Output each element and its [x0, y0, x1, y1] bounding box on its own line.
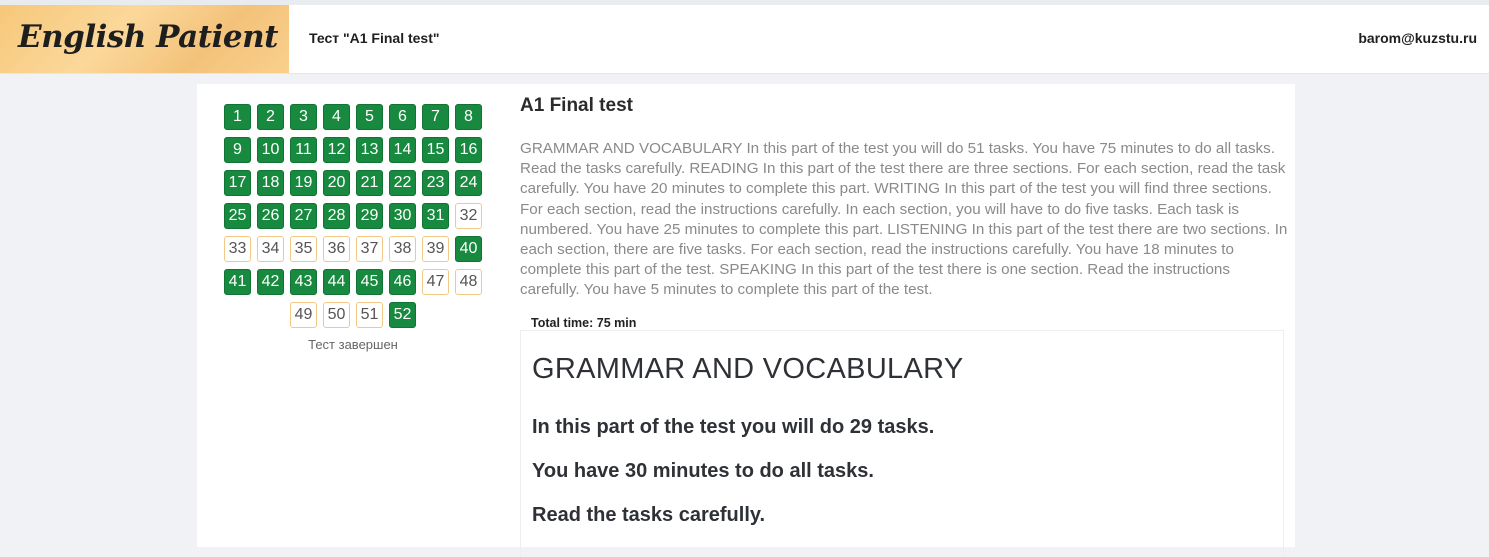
question-button[interactable]: 39 — [422, 236, 449, 262]
page-title: A1 Final test — [520, 95, 633, 116]
question-button[interactable]: 29 — [356, 203, 383, 229]
question-button[interactable]: 31 — [422, 203, 449, 229]
question-row: 33 34 35 36 37 38 39 40 — [221, 236, 485, 262]
question-button[interactable]: 33 — [224, 236, 251, 262]
question-button[interactable]: 14 — [389, 137, 416, 163]
question-button[interactable]: 3 — [290, 104, 317, 130]
total-time: Total time: 75 min — [531, 316, 637, 330]
question-button[interactable]: 16 — [455, 137, 482, 163]
question-button[interactable]: 51 — [356, 302, 383, 328]
question-button[interactable]: 20 — [323, 170, 350, 196]
question-button[interactable]: 7 — [422, 104, 449, 130]
question-button[interactable]: 43 — [290, 269, 317, 295]
question-button[interactable]: 52 — [389, 302, 416, 328]
question-button[interactable]: 4 — [323, 104, 350, 130]
question-button[interactable]: 15 — [422, 137, 449, 163]
question-button[interactable]: 2 — [257, 104, 284, 130]
user-email[interactable]: barom@kuzstu.ru — [1358, 30, 1477, 46]
question-button[interactable]: 25 — [224, 203, 251, 229]
question-button[interactable]: 48 — [455, 269, 482, 295]
section-line: You have 30 minutes to do all tasks. — [532, 460, 874, 482]
question-row: 41 42 43 44 45 46 47 48 — [221, 269, 485, 295]
section-line: In this part of the test you will do 29 … — [532, 416, 935, 438]
question-button[interactable]: 10 — [257, 137, 284, 163]
question-button[interactable]: 11 — [290, 137, 317, 163]
brand-name: English Patient — [18, 19, 278, 55]
question-button[interactable]: 5 — [356, 104, 383, 130]
question-button[interactable]: 34 — [257, 236, 284, 262]
test-description: GRAMMAR AND VOCABULARY In this part of t… — [520, 140, 1288, 299]
question-button[interactable]: 23 — [422, 170, 449, 196]
question-button[interactable]: 19 — [290, 170, 317, 196]
question-button[interactable]: 12 — [323, 137, 350, 163]
question-button[interactable]: 30 — [389, 203, 416, 229]
question-button[interactable]: 6 — [389, 104, 416, 130]
question-button[interactable]: 8 — [455, 104, 482, 130]
question-button[interactable]: 41 — [224, 269, 251, 295]
question-button[interactable]: 13 — [356, 137, 383, 163]
question-button[interactable]: 21 — [356, 170, 383, 196]
question-button[interactable]: 50 — [323, 302, 350, 328]
section-card: GRAMMAR AND VOCABULARY In this part of t… — [520, 330, 1284, 557]
question-button[interactable]: 1 — [224, 104, 251, 130]
test-main: A1 Final test GRAMMAR AND VOCABULARY In … — [520, 94, 1288, 557]
test-status: Тест завершен — [308, 337, 398, 352]
question-button[interactable]: 22 — [389, 170, 416, 196]
question-row: 12345678 — [221, 104, 485, 130]
section-heading: GRAMMAR AND VOCABULARY — [532, 353, 964, 385]
question-button[interactable]: 42 — [257, 269, 284, 295]
question-button[interactable]: 46 — [389, 269, 416, 295]
question-button[interactable]: 49 — [290, 302, 317, 328]
content-panel: 1 2 3 4 5 6 7 8 9 10 11 12 13 14 15 16 17 18 19 20 21 22 23 24 2… — [197, 84, 1295, 557]
question-button[interactable]: 9 — [224, 137, 251, 163]
question-row: 9 10 11 12 13 14 15 16 — [221, 137, 485, 163]
question-row: 49 50 51 52 — [221, 302, 485, 328]
question-button[interactable]: 27 — [290, 203, 317, 229]
question-button[interactable]: 37 — [356, 236, 383, 262]
question-button[interactable]: 44 — [323, 269, 350, 295]
question-row: 17 18 19 20 21 22 23 24 — [221, 170, 485, 196]
question-navigator: 1 2 3 4 5 6 7 8 9 10 11 12 13 14 15 16 17 18 19 20 21 22 23 24 2… — [221, 104, 485, 335]
test-title: Тест "A1 Final test" — [309, 30, 440, 46]
question-button[interactable]: 18 — [257, 170, 284, 196]
header-bar: English Patient Тест "A1 Final test" bar… — [0, 5, 1489, 74]
section-line: Read the tasks carefully. — [532, 504, 766, 526]
question-button[interactable]: 17 — [224, 170, 251, 196]
question-button[interactable]: 47 — [422, 269, 449, 295]
question-row: 25 26 27 28 29 30 31 32 — [221, 203, 485, 229]
question-button[interactable]: 26 — [257, 203, 284, 229]
question-button[interactable]: 36 — [323, 236, 350, 262]
question-button[interactable]: 28 — [323, 203, 350, 229]
question-button[interactable]: 24 — [455, 170, 482, 196]
question-button[interactable]: 45 — [356, 269, 383, 295]
question-button[interactable]: 32 — [455, 203, 482, 229]
question-button[interactable]: 38 — [389, 236, 416, 262]
question-button[interactable]: 40 — [455, 236, 482, 262]
brand-logo[interactable]: English Patient — [0, 5, 289, 73]
question-button[interactable]: 35 — [290, 236, 317, 262]
